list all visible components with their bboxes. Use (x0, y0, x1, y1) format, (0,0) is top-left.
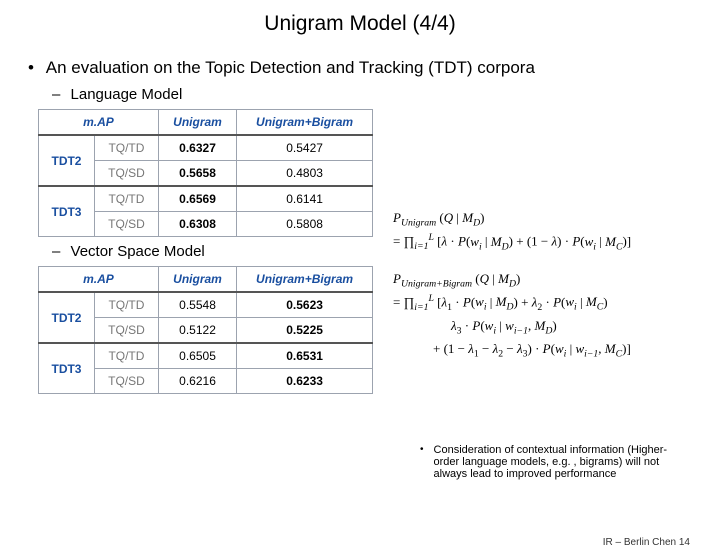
col-unigram: Unigram (158, 267, 236, 293)
bullet-dot: • (28, 58, 34, 77)
dash-icon: – (52, 243, 60, 260)
cell-value: 0.5623 (237, 292, 373, 318)
table-row: TDT2 TQ/TD 0.5548 0.5623 (39, 292, 373, 318)
dash-icon: – (52, 86, 60, 103)
row-tdt3: TDT3 (39, 186, 95, 237)
cell-value: 0.5658 (158, 161, 236, 187)
table-header-row: m.AP Unigram Unigram+Bigram (39, 110, 373, 136)
col-map: m.AP (39, 110, 159, 136)
cell-value: 0.6308 (158, 212, 236, 237)
col-unigram-bigram: Unigram+Bigram (237, 267, 373, 293)
main-bullet: • An evaluation on the Topic Detection a… (28, 58, 692, 78)
formula-block: PUnigram (Q | MD) = ∏i=1L [λ · P(wi | MD… (393, 208, 713, 376)
cell-value: 0.5548 (158, 292, 236, 318)
lm-table: m.AP Unigram Unigram+Bigram TDT2 TQ/TD 0… (38, 109, 373, 237)
consideration-note: • Consideration of contextual informatio… (420, 444, 690, 480)
sub-bullet-lm: – Language Model (52, 86, 720, 103)
cell-tqtd: TQ/TD (94, 343, 158, 369)
table-row: TDT3 TQ/TD 0.6505 0.6531 (39, 343, 373, 369)
cell-value: 0.6141 (237, 186, 373, 212)
cell-value: 0.5122 (158, 318, 236, 344)
table-row: TDT2 TQ/TD 0.6327 0.5427 (39, 135, 373, 161)
row-tdt3: TDT3 (39, 343, 95, 394)
cell-tqsd: TQ/SD (94, 318, 158, 344)
vsm-table: m.AP Unigram Unigram+Bigram TDT2 TQ/TD 0… (38, 266, 373, 394)
col-unigram: Unigram (158, 110, 236, 136)
sub-bullet-vsm-text: Vector Space Model (71, 243, 205, 260)
formula-unigram: PUnigram (Q | MD) = ∏i=1L [λ · P(wi | MD… (393, 208, 713, 255)
slide-footer: IR – Berlin Chen 14 (603, 537, 690, 548)
cell-value: 0.4803 (237, 161, 373, 187)
cell-value: 0.6233 (237, 369, 373, 394)
cell-value: 0.6531 (237, 343, 373, 369)
row-tdt2: TDT2 (39, 135, 95, 186)
table-row: TDT3 TQ/TD 0.6569 0.6141 (39, 186, 373, 212)
cell-tqsd: TQ/SD (94, 369, 158, 394)
cell-tqtd: TQ/TD (94, 186, 158, 212)
row-tdt2: TDT2 (39, 292, 95, 343)
cell-value: 0.6327 (158, 135, 236, 161)
sub-bullet-lm-text: Language Model (71, 86, 183, 103)
cell-value: 0.5808 (237, 212, 373, 237)
consideration-text: Consideration of contextual information … (434, 444, 690, 480)
col-unigram-bigram: Unigram+Bigram (237, 110, 373, 136)
cell-tqsd: TQ/SD (94, 212, 158, 237)
cell-value: 0.6216 (158, 369, 236, 394)
cell-value: 0.5225 (237, 318, 373, 344)
table-header-row: m.AP Unigram Unigram+Bigram (39, 267, 373, 293)
slide-title: Unigram Model (4/4) (0, 12, 720, 36)
cell-value: 0.6569 (158, 186, 236, 212)
cell-tqtd: TQ/TD (94, 292, 158, 318)
bullet-dot: • (420, 444, 424, 480)
cell-value: 0.5427 (237, 135, 373, 161)
cell-tqsd: TQ/SD (94, 161, 158, 187)
main-bullet-text: An evaluation on the Topic Detection and… (46, 58, 535, 77)
cell-value: 0.6505 (158, 343, 236, 369)
formula-unigram-bigram: PUnigram+Bigram (Q | MD) = ∏i=1L [λ1 · P… (393, 269, 713, 362)
col-map: m.AP (39, 267, 159, 293)
cell-tqtd: TQ/TD (94, 135, 158, 161)
